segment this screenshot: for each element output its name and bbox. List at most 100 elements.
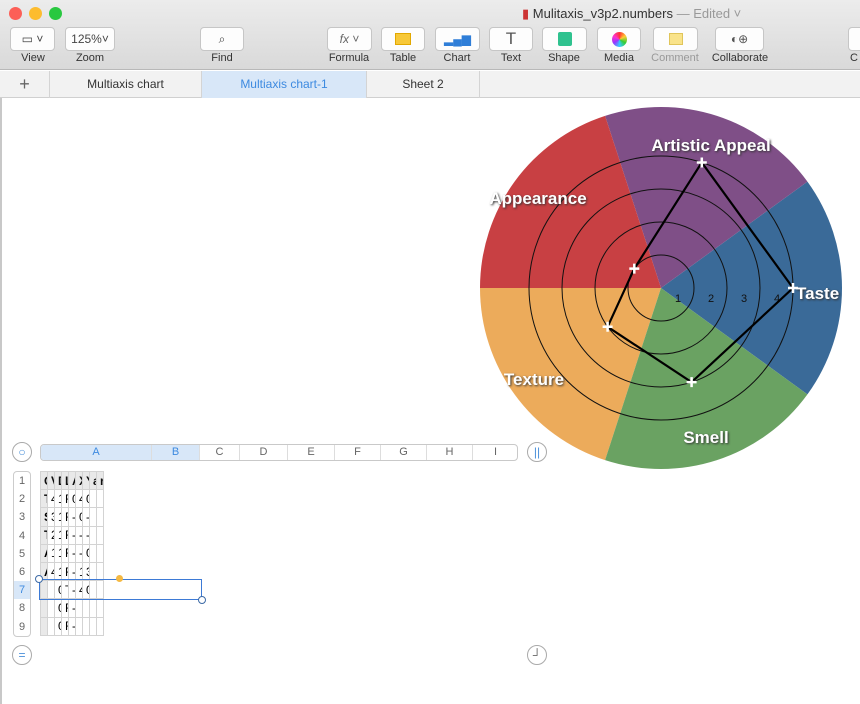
header-cell[interactable]: angle	[89, 470, 97, 491]
table-cell[interactable]: -3.7699	[68, 543, 76, 563]
table-cell[interactable]: -1.6180	[75, 525, 83, 545]
media-button[interactable]	[597, 27, 641, 51]
table-cell[interactable]: -1.1755	[82, 525, 90, 545]
column-header-H[interactable]: H	[427, 445, 473, 460]
column-header-I[interactable]: I	[473, 445, 517, 460]
table-cell[interactable]: 1	[54, 525, 62, 545]
row-header-9[interactable]: 9	[14, 618, 30, 636]
table-cell[interactable]: -2.8531	[82, 507, 90, 527]
table-cell[interactable]: 3	[47, 507, 55, 527]
table-cell[interactable]: 4	[47, 489, 55, 509]
table-cell[interactable]: -2.5132	[68, 525, 76, 545]
zoom-button[interactable]: 125% ˅	[65, 27, 115, 51]
collaborate-button[interactable]: ◐⊕	[715, 27, 764, 51]
table-cell[interactable]: 2	[47, 525, 55, 545]
table-cell[interactable]: 0.58778	[82, 543, 90, 563]
table-cell[interactable]: 0.92705	[75, 507, 83, 527]
header-cell[interactable]: X	[75, 470, 83, 491]
table-cell[interactable]: -6.2831	[68, 580, 76, 600]
table-cell[interactable]	[47, 580, 55, 600]
header-cell[interactable]: Last	[61, 470, 69, 491]
row-header-3[interactable]: 3	[14, 508, 30, 526]
table-cell[interactable]	[40, 598, 48, 618]
resize-table-handle[interactable]: ┘	[527, 645, 547, 665]
row-header-4[interactable]: 4	[14, 527, 30, 545]
comment-button[interactable]	[653, 27, 698, 51]
shape-button[interactable]	[542, 27, 587, 51]
table-cell[interactable]: -5.0265	[68, 561, 76, 582]
table-cell[interactable]: FALSE	[61, 561, 69, 582]
view-button[interactable]: ▭ ˅	[10, 27, 55, 51]
column-header-A[interactable]: A	[41, 445, 152, 460]
table-cell[interactable]: 0	[54, 598, 62, 618]
row-header-7[interactable]: 7	[14, 581, 30, 600]
add-column-handle[interactable]: ||	[527, 442, 547, 462]
data-table[interactable]: CategoryValueDrawLastAngleXYangleradiusT…	[40, 470, 104, 636]
table-cell[interactable]: 4	[75, 580, 83, 600]
header-cell[interactable]: radius	[96, 470, 104, 491]
minimize-button[interactable]	[29, 7, 42, 20]
text-button[interactable]: T	[489, 27, 533, 51]
tab-multiaxis-chart-1[interactable]: Multiaxis chart-1	[202, 71, 367, 98]
sheet-canvas[interactable]	[0, 98, 860, 704]
table-cell[interactable]: Texture	[40, 525, 48, 545]
table-cell[interactable]	[96, 616, 104, 636]
table-cell[interactable]	[89, 561, 97, 582]
table-cell[interactable]: 0	[54, 580, 62, 600]
table-cell[interactable]: FALSE	[61, 489, 69, 509]
table-cell[interactable]: FALSE	[61, 543, 69, 563]
table-cell[interactable]: 1	[54, 543, 62, 563]
fill-handle[interactable]	[116, 575, 123, 582]
table-cell[interactable]: 1	[54, 489, 62, 509]
table-cell[interactable]: FALSE	[61, 598, 69, 618]
table-cell[interactable]	[96, 561, 104, 582]
table-cell[interactable]: -0.8090	[75, 543, 83, 563]
zoom-window-button[interactable]	[49, 7, 62, 20]
table-cell[interactable]: 0	[54, 616, 62, 636]
table-cell[interactable]: TRUE	[61, 580, 69, 600]
table-cell[interactable]	[40, 580, 48, 600]
header-cell[interactable]: Angle	[68, 470, 76, 491]
header-cell[interactable]: Category	[40, 470, 48, 491]
find-button[interactable]: ⌕	[200, 27, 244, 51]
table-cell[interactable]	[82, 616, 90, 636]
tab-sheet-2[interactable]: Sheet 2	[367, 71, 480, 98]
table-cell[interactable]: 0	[68, 489, 76, 509]
table-cell[interactable]	[75, 598, 83, 618]
table-cell[interactable]	[89, 489, 97, 509]
table-cell[interactable]: Appearance	[40, 543, 48, 563]
tab-multiaxis-chart[interactable]: Multiaxis chart	[50, 71, 202, 98]
table-button[interactable]	[381, 27, 425, 51]
table-cell[interactable]: Smell	[40, 507, 48, 527]
table-cell[interactable]	[89, 507, 97, 527]
column-header-E[interactable]: E	[288, 445, 335, 460]
close-button[interactable]	[9, 7, 22, 20]
table-cell[interactable]: FALSE	[61, 507, 69, 527]
table-cell[interactable]: 4	[75, 489, 83, 509]
table-cell[interactable]	[89, 580, 97, 600]
table-cell[interactable]: 0	[82, 489, 90, 509]
table-cell[interactable]: 1	[47, 543, 55, 563]
table-cell[interactable]	[82, 598, 90, 618]
table-cell[interactable]: 3.80422	[82, 561, 90, 582]
formula-button[interactable]: fx ˅	[327, 27, 372, 51]
table-cell[interactable]	[96, 580, 104, 600]
row-header-8[interactable]: 8	[14, 599, 30, 617]
table-cell[interactable]: -7.5398	[68, 598, 76, 618]
column-header-B[interactable]: B	[152, 445, 200, 460]
selection-handle[interactable]	[198, 596, 206, 604]
table-cell[interactable]: 1	[54, 507, 62, 527]
table-cell[interactable]	[89, 525, 97, 545]
table-cell[interactable]	[40, 616, 48, 636]
table-cell[interactable]	[96, 507, 104, 527]
table-cell[interactable]	[89, 598, 97, 618]
table-cell[interactable]	[96, 543, 104, 563]
row-header-5[interactable]: 5	[14, 545, 30, 563]
table-cell[interactable]	[47, 616, 55, 636]
header-cell[interactable]: Value	[47, 470, 55, 491]
row-header-6[interactable]: 6	[14, 563, 30, 581]
column-header-C[interactable]: C	[200, 445, 240, 460]
table-cell[interactable]	[96, 489, 104, 509]
table-cell[interactable]	[47, 598, 55, 618]
column-header-D[interactable]: D	[240, 445, 288, 460]
